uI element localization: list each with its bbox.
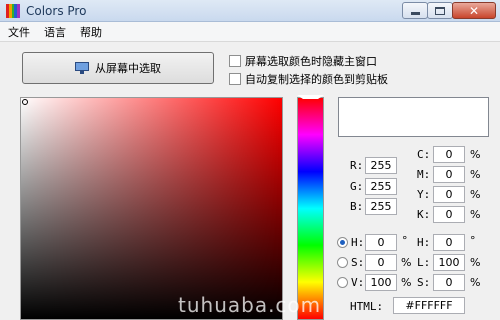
hsv-s-unit: %: [401, 256, 412, 269]
c-input[interactable]: 0: [433, 146, 465, 163]
hsv-s-label: S:: [351, 256, 365, 269]
menu-help[interactable]: 帮助: [80, 24, 102, 40]
option-hide-window[interactable]: 屏幕选取颜色时隐藏主窗口: [229, 53, 377, 69]
hsl-s-unit: %: [470, 276, 481, 289]
close-icon: ✕: [468, 3, 480, 18]
pick-from-screen-label: 从屏幕中选取: [95, 62, 161, 75]
hsv-h-radio[interactable]: [337, 237, 348, 248]
menu-language[interactable]: 语言: [44, 24, 66, 40]
color-preview: [338, 97, 489, 137]
b-input[interactable]: 255: [365, 198, 397, 215]
minimize-icon: [410, 12, 420, 15]
hide-window-checkbox[interactable]: [229, 55, 241, 67]
color-picker-cursor[interactable]: [22, 99, 28, 105]
hsl-s-input[interactable]: 0: [433, 274, 465, 291]
monitor-icon: [75, 62, 89, 74]
y-input[interactable]: 0: [433, 186, 465, 203]
html-label: HTML:: [350, 300, 384, 313]
hsv-h-unit: °: [402, 234, 408, 247]
hsv-s-radio[interactable]: [337, 257, 348, 268]
y-unit: %: [470, 188, 481, 201]
g-label: G:: [350, 180, 364, 193]
watermark: tuhuaba.com: [178, 293, 322, 317]
close-button[interactable]: ✕: [452, 2, 496, 19]
window-title: Colors Pro: [26, 4, 87, 18]
app-icon: [6, 4, 20, 18]
hsv-v-radio[interactable]: [337, 277, 348, 288]
html-input[interactable]: #FFFFFF: [393, 297, 465, 314]
hsv-v-label: V:: [351, 276, 365, 289]
hsv-h-input[interactable]: 0: [365, 234, 397, 251]
k-input[interactable]: 0: [433, 206, 465, 223]
hsl-l-input[interactable]: 100: [433, 254, 465, 271]
c-unit: %: [470, 148, 481, 161]
hsl-l-unit: %: [470, 256, 481, 269]
k-unit: %: [470, 208, 481, 221]
y-label: Y:: [417, 188, 431, 201]
menu-file[interactable]: 文件: [8, 24, 30, 40]
k-label: K:: [417, 208, 431, 221]
g-input[interactable]: 255: [365, 178, 397, 195]
maximize-icon: [435, 6, 445, 15]
saturation-value-picker[interactable]: [20, 97, 283, 320]
hsl-h-unit: °: [470, 234, 476, 247]
hsl-h-label: H:: [417, 236, 431, 249]
minimize-button[interactable]: [402, 2, 428, 19]
maximize-button[interactable]: [427, 2, 453, 19]
hsl-h-input[interactable]: 0: [433, 234, 465, 251]
b-label: B:: [350, 200, 364, 213]
hsl-l-label: L:: [417, 256, 431, 269]
title-bar: Colors Pro ✕: [0, 0, 500, 22]
hide-window-label: 屏幕选取颜色时隐藏主窗口: [245, 55, 377, 68]
r-label: R:: [350, 159, 364, 172]
m-input[interactable]: 0: [433, 166, 465, 183]
hsv-v-unit: %: [401, 276, 412, 289]
menu-bar: 文件 语言 帮助: [0, 22, 500, 42]
auto-copy-label: 自动复制选择的颜色到剪贴板: [245, 73, 388, 86]
hsv-v-input[interactable]: 100: [365, 274, 397, 291]
hue-slider[interactable]: [297, 97, 324, 320]
hsl-s-label: S:: [417, 276, 431, 289]
r-input[interactable]: 255: [365, 157, 397, 174]
pick-from-screen-button[interactable]: 从屏幕中选取: [22, 52, 214, 84]
hsv-h-label: H:: [351, 236, 365, 249]
m-unit: %: [470, 168, 481, 181]
auto-copy-checkbox[interactable]: [229, 73, 241, 85]
option-auto-copy[interactable]: 自动复制选择的颜色到剪贴板: [229, 71, 388, 87]
c-label: C:: [417, 148, 431, 161]
hsv-s-input[interactable]: 0: [365, 254, 397, 271]
hue-slider-handle[interactable]: [297, 95, 324, 100]
m-label: M:: [417, 168, 431, 181]
